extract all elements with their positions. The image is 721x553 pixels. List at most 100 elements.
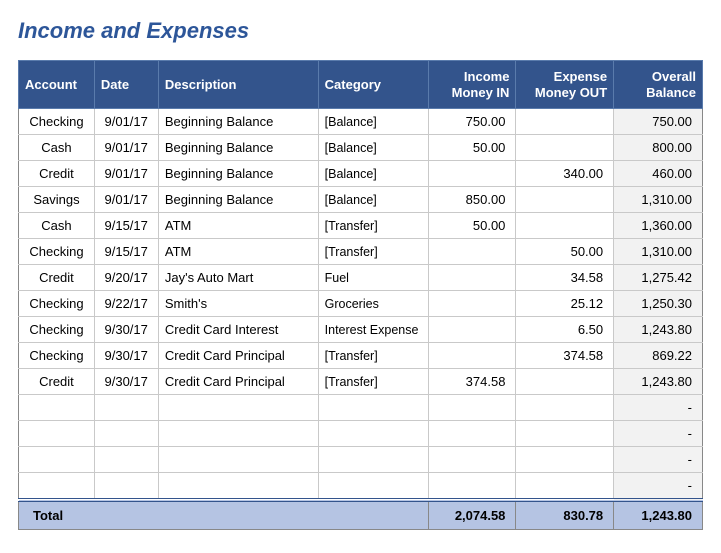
cell-category: Groceries bbox=[318, 291, 428, 317]
cell-expense bbox=[516, 109, 614, 135]
cell-account bbox=[19, 447, 95, 473]
col-date: Date bbox=[94, 61, 158, 109]
table-row: Credit9/30/17Credit Card Principal[Trans… bbox=[19, 369, 703, 395]
cell-category: [Transfer] bbox=[318, 343, 428, 369]
cell-expense: 340.00 bbox=[516, 161, 614, 187]
table-row: Cash9/15/17ATM[Transfer]50.001,360.00 bbox=[19, 213, 703, 239]
cell-balance: - bbox=[614, 447, 703, 473]
cell-date bbox=[94, 421, 158, 447]
cell-category: [Transfer] bbox=[318, 239, 428, 265]
table-row: Credit9/20/17Jay's Auto MartFuel34.581,2… bbox=[19, 265, 703, 291]
cell-income bbox=[428, 291, 516, 317]
cell-account: Checking bbox=[19, 291, 95, 317]
cell-income: 750.00 bbox=[428, 109, 516, 135]
table-row: Checking9/01/17Beginning Balance[Balance… bbox=[19, 109, 703, 135]
cell-category: [Balance] bbox=[318, 135, 428, 161]
cell-balance: 1,360.00 bbox=[614, 213, 703, 239]
cell-account: Checking bbox=[19, 343, 95, 369]
cell-income: 850.00 bbox=[428, 187, 516, 213]
table-row: Checking9/15/17ATM[Transfer]50.001,310.0… bbox=[19, 239, 703, 265]
cell-description bbox=[158, 395, 318, 421]
cell-date: 9/30/17 bbox=[94, 317, 158, 343]
cell-income bbox=[428, 265, 516, 291]
table-row: - bbox=[19, 447, 703, 473]
cell-description bbox=[158, 447, 318, 473]
cell-expense bbox=[516, 369, 614, 395]
cell-date: 9/01/17 bbox=[94, 161, 158, 187]
col-description: Description bbox=[158, 61, 318, 109]
cell-income bbox=[428, 447, 516, 473]
cell-account: Cash bbox=[19, 213, 95, 239]
cell-income: 374.58 bbox=[428, 369, 516, 395]
cell-category: [Balance] bbox=[318, 187, 428, 213]
cell-date bbox=[94, 447, 158, 473]
total-label: Total bbox=[19, 500, 429, 530]
cell-income: 50.00 bbox=[428, 213, 516, 239]
cell-date: 9/15/17 bbox=[94, 239, 158, 265]
ledger-table: Account Date Description Category Income… bbox=[18, 60, 703, 530]
cell-category bbox=[318, 421, 428, 447]
cell-account: Credit bbox=[19, 369, 95, 395]
cell-account: Savings bbox=[19, 187, 95, 213]
cell-date: 9/01/17 bbox=[94, 187, 158, 213]
cell-expense bbox=[516, 187, 614, 213]
cell-category: Interest Expense bbox=[318, 317, 428, 343]
cell-date: 9/20/17 bbox=[94, 265, 158, 291]
cell-account bbox=[19, 421, 95, 447]
cell-expense: 25.12 bbox=[516, 291, 614, 317]
total-expense: 830.78 bbox=[516, 500, 614, 530]
cell-category: [Balance] bbox=[318, 161, 428, 187]
cell-description: ATM bbox=[158, 239, 318, 265]
table-row: Savings9/01/17Beginning Balance[Balance]… bbox=[19, 187, 703, 213]
table-row: Checking9/22/17Smith'sGroceries 25.121,25… bbox=[19, 291, 703, 317]
cell-description bbox=[158, 473, 318, 501]
cell-expense bbox=[516, 395, 614, 421]
cell-income bbox=[428, 239, 516, 265]
cell-account: Credit bbox=[19, 161, 95, 187]
table-row: Checking9/30/17Credit Card InterestInter… bbox=[19, 317, 703, 343]
cell-date: 9/30/17 bbox=[94, 369, 158, 395]
cell-description: Credit Card Interest bbox=[158, 317, 318, 343]
cell-date bbox=[94, 473, 158, 501]
cell-date: 9/22/17 bbox=[94, 291, 158, 317]
cell-balance: 1,243.80 bbox=[614, 317, 703, 343]
header-row: Account Date Description Category Income… bbox=[19, 61, 703, 109]
total-balance: 1,243.80 bbox=[614, 500, 703, 530]
page-title: Income and Expenses bbox=[18, 18, 703, 44]
table-row: - bbox=[19, 421, 703, 447]
col-category: Category bbox=[318, 61, 428, 109]
cell-balance: 800.00 bbox=[614, 135, 703, 161]
cell-balance: 1,275.42 bbox=[614, 265, 703, 291]
cell-account: Checking bbox=[19, 239, 95, 265]
cell-balance: 1,310.00 bbox=[614, 239, 703, 265]
cell-description: Smith's bbox=[158, 291, 318, 317]
cell-description: Beginning Balance bbox=[158, 187, 318, 213]
cell-category bbox=[318, 447, 428, 473]
cell-income bbox=[428, 473, 516, 501]
cell-account: Checking bbox=[19, 317, 95, 343]
cell-category: [Transfer] bbox=[318, 213, 428, 239]
cell-income bbox=[428, 343, 516, 369]
cell-expense bbox=[516, 447, 614, 473]
col-income: Income Money IN bbox=[428, 61, 516, 109]
cell-category: [Transfer] bbox=[318, 369, 428, 395]
col-account: Account bbox=[19, 61, 95, 109]
cell-category bbox=[318, 473, 428, 501]
cell-account: Cash bbox=[19, 135, 95, 161]
total-income: 2,074.58 bbox=[428, 500, 516, 530]
cell-description: ATM bbox=[158, 213, 318, 239]
cell-balance: 1,250.30 bbox=[614, 291, 703, 317]
cell-description bbox=[158, 421, 318, 447]
cell-description: Beginning Balance bbox=[158, 161, 318, 187]
cell-expense bbox=[516, 421, 614, 447]
col-expense: Expense Money OUT bbox=[516, 61, 614, 109]
cell-description: Beginning Balance bbox=[158, 109, 318, 135]
table-row: Cash9/01/17Beginning Balance[Balance]50.… bbox=[19, 135, 703, 161]
cell-balance: - bbox=[614, 421, 703, 447]
cell-expense: 374.58 bbox=[516, 343, 614, 369]
cell-expense: 6.50 bbox=[516, 317, 614, 343]
cell-date: 9/01/17 bbox=[94, 109, 158, 135]
cell-description: Credit Card Principal bbox=[158, 343, 318, 369]
cell-income bbox=[428, 395, 516, 421]
cell-balance: 1,310.00 bbox=[614, 187, 703, 213]
